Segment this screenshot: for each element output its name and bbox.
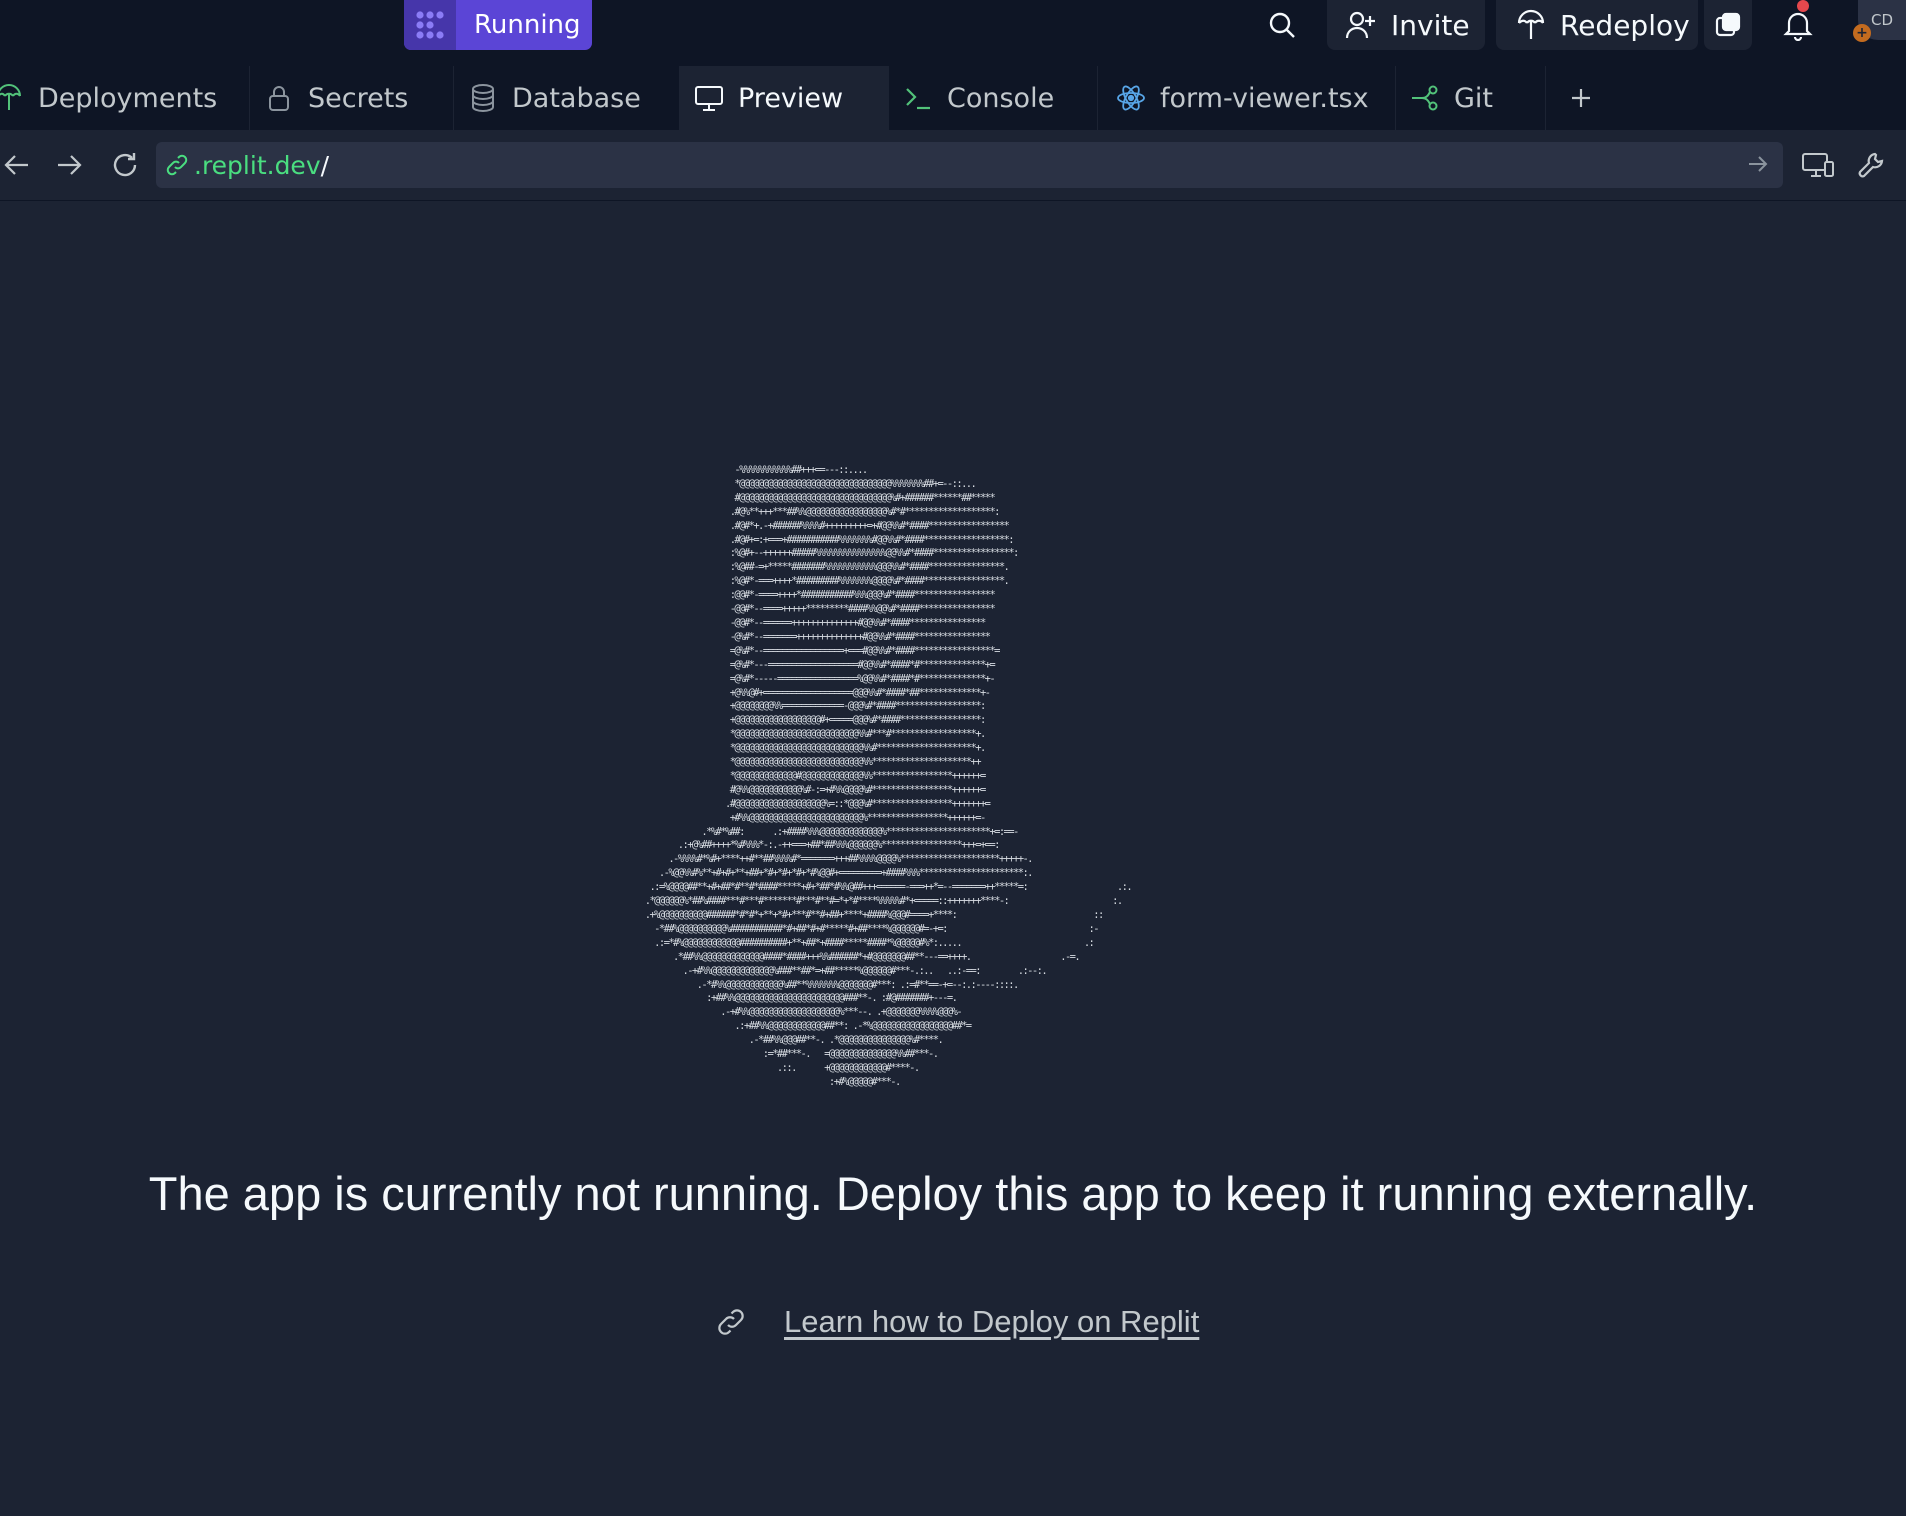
deploy-icon — [0, 84, 24, 112]
invite-button[interactable]: Invite — [1327, 0, 1485, 50]
url-domain: .replit.dev — [194, 150, 321, 180]
tab-git[interactable]: Git — [1396, 66, 1546, 130]
replit-logo-icon — [404, 0, 456, 50]
arrow-left-icon — [4, 155, 28, 175]
bell-icon — [1783, 12, 1813, 41]
tab-deployments[interactable]: Deployments — [0, 66, 250, 130]
tab-secrets[interactable]: Secrets — [250, 66, 454, 130]
refresh-icon — [113, 153, 137, 177]
tab-bar: Deployments Secrets Database Preview Con… — [0, 66, 1906, 130]
back-button[interactable] — [0, 148, 34, 182]
tab-label: Console — [947, 82, 1055, 114]
link-icon — [166, 154, 188, 176]
new-tab-button[interactable] — [1546, 66, 1616, 130]
hat-ascii-art-image: -%%%%%%%%%%%##+++==---::.... *@@@@@@@@@@… — [644, 464, 1133, 1088]
avatar-initials: CD — [1870, 11, 1894, 29]
terminal-icon — [903, 85, 933, 111]
deploy-docs-link[interactable]: Learn how to Deploy on Replit — [716, 1299, 1199, 1345]
deploy-docs-link-label: Learn how to Deploy on Replit — [784, 1304, 1200, 1339]
redeploy-button[interactable]: Redeploy — [1496, 0, 1698, 50]
redeploy-label: Redeploy — [1560, 8, 1690, 42]
deploy-icon — [1517, 9, 1545, 39]
react-icon — [1116, 83, 1146, 113]
run-button[interactable]: Running — [404, 0, 592, 50]
devtools-button[interactable] — [1852, 148, 1892, 182]
tab-label: Secrets — [308, 82, 409, 114]
preview-pane: -%%%%%%%%%%%##+++==---::.... *@@@@@@@@@@… — [0, 201, 1906, 1516]
tab-label: form-viewer.tsx — [1160, 82, 1369, 114]
lock-icon — [264, 84, 294, 112]
database-icon — [468, 83, 498, 113]
tab-label: Database — [512, 82, 641, 114]
url-field[interactable]: .replit.dev / — [156, 142, 1783, 188]
tab-console[interactable]: Console — [889, 66, 1098, 130]
address-bar: .replit.dev / — [0, 130, 1906, 201]
url-path: / — [320, 150, 330, 180]
search-icon — [1269, 12, 1295, 38]
windows-icon — [1715, 12, 1741, 37]
avatar-badge-icon: + — [1853, 24, 1871, 42]
wrench-icon — [1858, 152, 1884, 178]
not-running-message: The app is currently not running. Deploy… — [148, 1167, 1758, 1220]
forward-button[interactable] — [52, 148, 86, 182]
tab-preview[interactable]: Preview — [680, 66, 889, 130]
run-button-label: Running — [474, 10, 581, 40]
link-icon — [718, 1309, 744, 1335]
reload-button[interactable] — [108, 148, 142, 182]
tab-form-viewer[interactable]: form-viewer.tsx — [1098, 66, 1396, 130]
top-bar: Running Invite Redeploy CD + — [0, 0, 1906, 66]
device-preview-button[interactable] — [1798, 148, 1838, 182]
monitor-icon — [694, 84, 724, 112]
tab-label: Preview — [738, 82, 844, 114]
tab-database[interactable]: Database — [454, 66, 680, 130]
tab-label: Git — [1454, 82, 1494, 114]
plus-icon — [1572, 89, 1590, 107]
go-button[interactable] — [1747, 153, 1769, 175]
git-icon — [1410, 84, 1440, 112]
arrow-right-icon — [58, 155, 82, 175]
devices-icon — [1802, 153, 1834, 177]
add-user-icon — [1345, 11, 1375, 39]
search-button[interactable] — [1262, 0, 1302, 50]
multiplayer-button[interactable] — [1704, 0, 1752, 50]
arrow-right-icon — [1749, 156, 1768, 172]
invite-label: Invite — [1391, 8, 1470, 42]
notification-dot — [1797, 0, 1809, 12]
tab-label: Deployments — [38, 82, 218, 114]
